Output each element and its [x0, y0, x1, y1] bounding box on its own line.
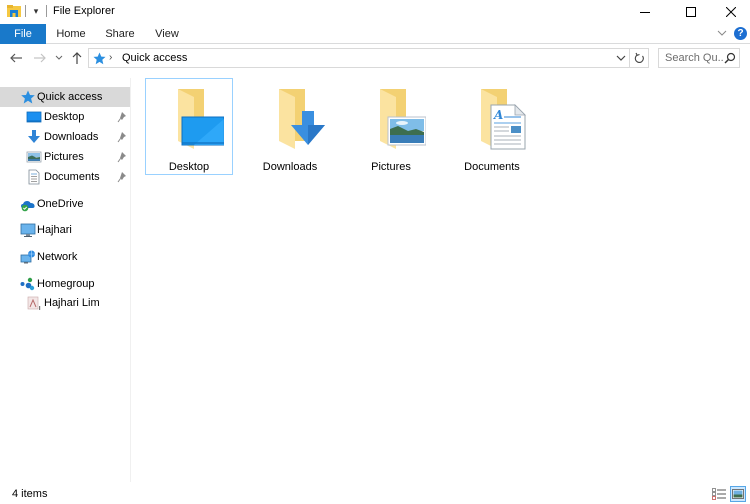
- back-arrow-icon: [10, 53, 22, 63]
- help-icon[interactable]: ?: [734, 27, 747, 40]
- search-icon[interactable]: [724, 52, 736, 64]
- minimize-icon: [640, 12, 650, 13]
- sidebar-item-label: Desktop: [44, 111, 85, 123]
- forward-arrow-icon: [34, 53, 46, 63]
- folder-label: Desktop: [168, 161, 210, 173]
- sidebar-item-label: Hajhari: [37, 224, 72, 236]
- pin-icon[interactable]: [117, 111, 127, 123]
- item-count: 4 items: [12, 488, 48, 500]
- tab-share[interactable]: Share: [99, 24, 141, 44]
- large-icons-view-icon: [732, 489, 744, 499]
- minimize-button[interactable]: [622, 0, 668, 24]
- sidebar-item-label: Quick access: [37, 91, 103, 103]
- refresh-button[interactable]: [630, 48, 649, 68]
- large-icons-view-button[interactable]: [730, 486, 746, 502]
- pictures-folder-icon: [380, 89, 426, 149]
- sidebar-item-label: Homegroup: [37, 278, 95, 290]
- sidebar-item-desktop[interactable]: Desktop: [0, 107, 130, 127]
- recent-locations-button[interactable]: [53, 49, 65, 67]
- customize-toolbar-dropdown[interactable]: ▾: [31, 5, 41, 17]
- user-icon: [27, 296, 41, 310]
- folder-tile-documents[interactable]: A Documents: [448, 78, 536, 175]
- window-title: File Explorer: [53, 5, 115, 17]
- network-icon: [20, 250, 35, 264]
- maximize-icon: [686, 7, 696, 17]
- close-icon: [726, 7, 736, 17]
- ribbon-tabs: File Home Share View ?: [0, 24, 750, 44]
- sidebar-item-quick-access[interactable]: Quick access: [0, 87, 130, 107]
- sidebar-item-onedrive[interactable]: OneDrive: [0, 194, 130, 214]
- breadcrumb-quick-access[interactable]: Quick access: [122, 51, 187, 65]
- sidebar-item-this-pc[interactable]: Hajhari: [0, 220, 130, 240]
- documents-folder-icon: A: [481, 89, 526, 150]
- navigation-pane: Quick access Desktop Downloads Pictures …: [0, 78, 131, 482]
- sidebar-item-pictures[interactable]: Pictures: [0, 147, 130, 167]
- folder-tile-desktop[interactable]: Desktop: [145, 78, 233, 175]
- sidebar-item-downloads[interactable]: Downloads: [0, 127, 130, 147]
- address-bar[interactable]: › Quick access: [88, 48, 630, 68]
- breadcrumb-separator[interactable]: ›: [109, 51, 112, 65]
- desktop-folder-icon: [178, 89, 224, 149]
- tab-home[interactable]: Home: [50, 24, 92, 44]
- pictures-icon: [26, 151, 42, 163]
- refresh-icon: [634, 52, 644, 63]
- homegroup-icon: [20, 277, 35, 291]
- pin-icon[interactable]: [117, 131, 127, 143]
- close-button[interactable]: [708, 0, 750, 24]
- status-bar: 4 items: [0, 482, 750, 504]
- sidebar-item-label: OneDrive: [37, 198, 84, 210]
- pin-icon[interactable]: [117, 171, 127, 183]
- downloads-folder-icon: [279, 89, 325, 149]
- folder-tile-downloads[interactable]: Downloads: [246, 78, 334, 175]
- back-button[interactable]: [8, 49, 24, 67]
- navigation-bar: › Quick access: [0, 46, 750, 70]
- download-icon: [28, 130, 40, 143]
- onedrive-icon: [21, 201, 35, 212]
- tab-view[interactable]: View: [147, 24, 187, 44]
- folder-label: Documents: [464, 161, 520, 173]
- sidebar-item-user[interactable]: Hajhari Lim: [0, 293, 130, 313]
- sidebar-item-label: Pictures: [44, 151, 84, 163]
- svg-text:A: A: [493, 108, 503, 122]
- title-bar: ▾ File Explorer: [0, 0, 750, 24]
- sidebar-item-network[interactable]: Network: [0, 247, 130, 267]
- pin-icon[interactable]: [117, 151, 127, 163]
- toolbar-separator: [46, 5, 47, 17]
- up-arrow-icon: [72, 52, 82, 64]
- sidebar-item-label: Network: [37, 251, 78, 263]
- desktop-icon: [26, 111, 42, 123]
- documents-icon: [28, 169, 40, 185]
- sidebar-item-label: Hajhari Lim: [44, 297, 100, 309]
- sidebar-item-label: Downloads: [44, 131, 99, 143]
- sidebar-item-label: Documents: [44, 171, 100, 183]
- tab-file[interactable]: File: [0, 24, 46, 44]
- folder-label: Downloads: [262, 161, 318, 173]
- address-history-chevron-icon[interactable]: [615, 52, 627, 64]
- sidebar-item-homegroup[interactable]: Homegroup: [0, 274, 130, 294]
- search-box[interactable]: [658, 48, 740, 68]
- up-button[interactable]: [69, 49, 85, 67]
- folder-label: Pictures: [371, 161, 411, 173]
- details-view-button[interactable]: [711, 486, 727, 502]
- expand-ribbon-icon[interactable]: [716, 27, 728, 39]
- toolbar-separator: [25, 5, 26, 17]
- content-area: Desktop Downloads Pictures A Documents: [135, 78, 750, 482]
- file-explorer-icon[interactable]: [7, 5, 21, 17]
- sidebar-item-documents[interactable]: Documents: [0, 167, 130, 187]
- chevron-down-icon: [55, 55, 63, 60]
- search-input[interactable]: [659, 49, 723, 67]
- forward-button[interactable]: [32, 49, 48, 67]
- quick-access-star-icon: [93, 52, 106, 65]
- folder-tile-pictures[interactable]: Pictures: [347, 78, 435, 175]
- details-view-icon: [712, 488, 726, 500]
- computer-icon: [20, 223, 36, 237]
- star-icon: [21, 90, 35, 104]
